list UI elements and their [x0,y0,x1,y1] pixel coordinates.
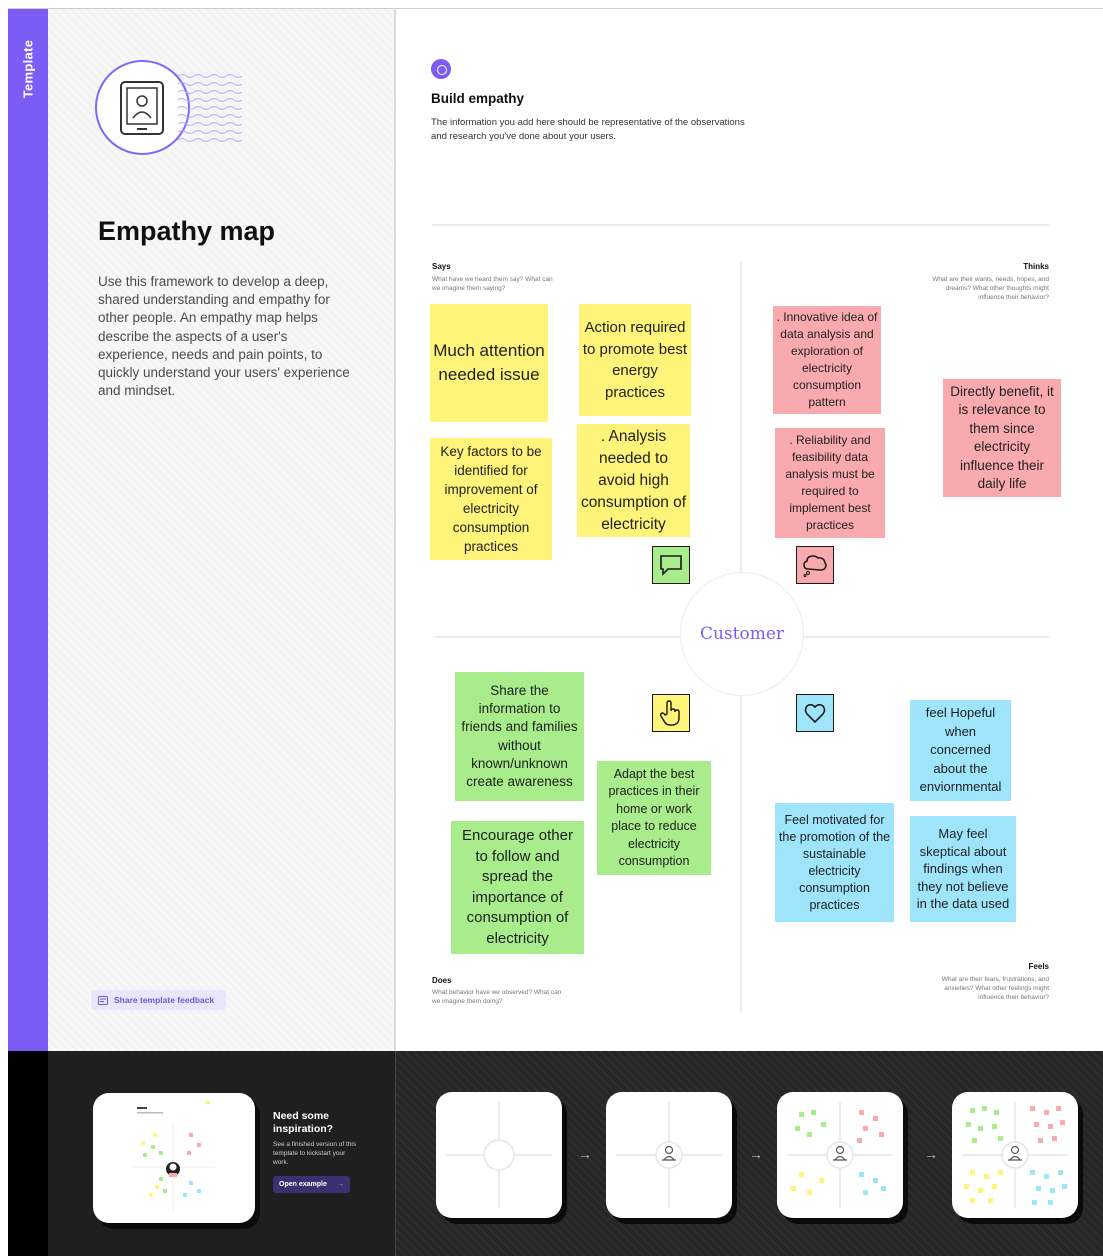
template-badge-label: Template [20,39,36,99]
template-title: Empathy map [98,216,276,246]
step-arrow-icon: → [924,1146,938,1162]
note-text: Directly benefit, it is relevance to the… [950,383,1054,492]
step-thumbnail-2[interactable] [606,1092,732,1218]
customer-label: Customer [699,624,785,644]
step-indicator-icon [431,59,451,79]
says-heading: Says [432,262,451,271]
sticky-note-says-3[interactable]: Key factors to be identified for improve… [430,438,552,560]
template-badge: Template [8,9,48,129]
step-thumbnail-3[interactable] [777,1092,903,1218]
sticky-note-does-3[interactable]: Encourage other to follow and spread the… [451,821,584,954]
feels-heading: Feels [1028,962,1049,971]
note-text: Adapt the best practices in their home o… [608,766,700,869]
note-text: . Innovative idea of data analysis and e… [776,310,878,409]
note-text: Much attention needed issue [433,341,545,384]
wave-pattern-icon [178,74,242,142]
panel-divider [394,9,396,1051]
note-text: Action required to promote best energy p… [582,319,688,401]
note-text: Share the information to friends and fam… [461,682,578,790]
step-thumbnail-4[interactable] [952,1092,1078,1218]
note-text: . Analysis needed to avoid high consumpt… [580,427,687,533]
sticky-note-does-2[interactable]: Adapt the best practices in their home o… [597,761,711,875]
note-text: Key factors to be identified for improve… [440,444,542,554]
share-feedback-button[interactable]: Share template feedback [91,990,226,1010]
note-text: Feel motivated for the promotion of the … [778,812,891,912]
customer-center: Customer [680,572,804,696]
example-map-preview [133,1101,215,1211]
pointing-hand-icon [652,694,690,732]
template-info-panel [8,9,395,1051]
sticky-note-says-4[interactable]: . Analysis needed to avoid high consumpt… [577,424,690,537]
feedback-icon [98,995,108,1005]
arrow-right-icon: → [337,1181,344,1188]
open-example-label: Open example [279,1181,327,1188]
does-heading: Does [432,976,452,985]
does-subtitle: What behavior have we observed? What can… [432,989,562,1005]
empty-grid-preview [446,1102,552,1208]
note-text: Encourage other to follow and spread the… [462,827,573,947]
example-thumbnail[interactable] [93,1093,255,1223]
step-thumbnail-1[interactable] [436,1092,562,1218]
note-text: May feel skeptical about findings when t… [916,826,1010,912]
sticky-note-thinks-3[interactable]: Directly benefit, it is relevance to the… [943,379,1061,497]
step-arrow-icon: → [749,1146,763,1162]
note-text: . Reliability and feasibility data analy… [785,433,875,532]
section-description: The information you add here should be r… [431,117,745,142]
inspiration-strip [8,1051,48,1256]
partial-notes-preview [787,1102,893,1208]
feels-subtitle: What are their fears, frustrations, and … [941,976,1049,1001]
tablet-user-icon [120,81,164,135]
sticky-note-does-1[interactable]: Share the information to friends and fam… [455,672,584,801]
sticky-note-says-2[interactable]: Action required to promote best energy p… [579,304,691,416]
sticky-note-feels-3[interactable]: May feel skeptical about findings when t… [910,816,1016,922]
sticky-note-thinks-1[interactable]: . Innovative idea of data analysis and e… [773,306,881,414]
speech-bubble-icon [652,546,690,584]
thinks-heading: Thinks [1023,262,1049,271]
sticky-note-says-1[interactable]: Much attention needed issue [430,304,548,422]
share-feedback-label: Share template feedback [114,995,215,1005]
template-strip [8,9,48,1051]
header-divider [432,224,1049,226]
section-title: Build empathy [431,91,525,106]
sticky-note-thinks-2[interactable]: . Reliability and feasibility data analy… [775,428,885,538]
full-notes-preview [962,1102,1068,1208]
step-arrow-icon: → [578,1146,592,1162]
sticky-note-feels-1[interactable]: feel Hopeful when concerned about the en… [910,700,1011,801]
customer-grid-preview [616,1102,722,1208]
thought-bubble-icon [796,546,834,584]
inspiration-description: See a finished version of this template … [273,1141,357,1166]
thinks-subtitle: What are their wants, needs, hopes, and … [932,276,1049,301]
note-text: feel Hopeful when concerned about the en… [919,705,1002,795]
inspiration-title: Need some inspiration? [273,1110,334,1135]
sticky-note-feels-2[interactable]: Feel motivated for the promotion of the … [775,803,894,922]
template-description: Use this framework to develop a deep, sh… [98,274,350,399]
says-subtitle: What have we heard them say? What can we… [432,276,553,292]
open-example-button[interactable]: Open example → [273,1176,350,1193]
heart-icon [796,694,834,732]
